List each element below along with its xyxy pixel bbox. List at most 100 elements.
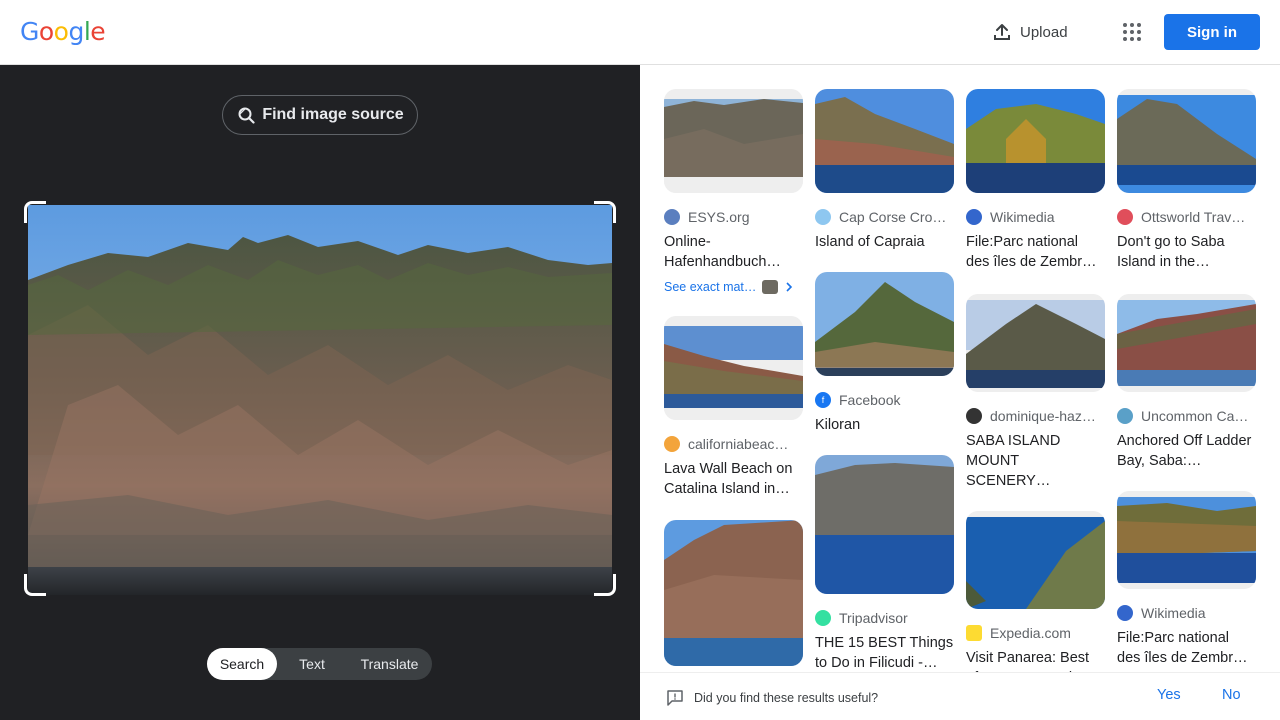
- result-thumbnail[interactable]: [966, 294, 1105, 392]
- result-title[interactable]: SABA ISLAND MOUNT SCENERY…: [966, 431, 1105, 491]
- result-title[interactable]: Online-Hafenhandbuch…: [664, 232, 803, 272]
- result-thumbnail[interactable]: [966, 511, 1105, 609]
- result-card[interactable]: [664, 520, 803, 666]
- result-source: Wikimedia: [1117, 603, 1256, 623]
- result-title[interactable]: Don't go to Saba Island in the…: [1117, 232, 1256, 272]
- upload-button[interactable]: Upload: [992, 19, 1068, 45]
- result-thumbnail[interactable]: [815, 455, 954, 594]
- result-source-name: Expedia.com: [990, 625, 1071, 641]
- result-title[interactable]: Kiloran: [815, 415, 954, 435]
- chevron-right-icon: [786, 282, 793, 292]
- see-exact-matches-label: See exact mat…: [664, 280, 757, 294]
- apps-grid-icon[interactable]: [1120, 20, 1144, 44]
- result-card[interactable]: Cap Corse Cro… Island of Capraia: [815, 89, 954, 252]
- result-source-name: Cap Corse Cro…: [839, 209, 947, 225]
- mode-text-tab[interactable]: Text: [277, 648, 347, 680]
- result-thumbnail[interactable]: [966, 89, 1105, 193]
- site-favicon-icon: [664, 209, 680, 225]
- result-thumbnail[interactable]: [1117, 491, 1256, 589]
- results-column: Ottsworld Trav… Don't go to Saba Island …: [1117, 89, 1256, 668]
- mode-search-tab[interactable]: Search: [207, 648, 277, 680]
- result-card[interactable]: ESYS.org Online-Hafenhandbuch… See exact…: [664, 89, 803, 294]
- mode-translate-tab[interactable]: Translate: [347, 648, 432, 680]
- result-source: dominique-haz…: [966, 406, 1105, 426]
- result-card[interactable]: Expedia.com Visit Panarea: Best of Panar…: [966, 511, 1105, 688]
- sign-in-button[interactable]: Sign in: [1164, 14, 1260, 50]
- result-source-name: Facebook: [839, 392, 901, 408]
- result-source: Wikimedia: [966, 207, 1105, 227]
- wikimedia-icon: [1117, 605, 1133, 621]
- site-favicon-icon: [1117, 408, 1133, 424]
- feedback-yes-button[interactable]: Yes: [1157, 687, 1181, 703]
- result-source-name: Wikimedia: [990, 209, 1055, 225]
- result-title[interactable]: File:Parc national des îles de Zembr…: [1117, 628, 1256, 668]
- result-source-name: dominique-haz…: [990, 408, 1096, 424]
- result-thumbnail[interactable]: [815, 272, 954, 376]
- result-card[interactable]: Wikimedia File:Parc national des îles de…: [966, 89, 1105, 272]
- find-image-source-button[interactable]: Find image source: [222, 95, 418, 135]
- result-source-name: ESYS.org: [688, 209, 750, 225]
- feedback-no-button[interactable]: No: [1222, 687, 1241, 703]
- find-image-source-label: Find image source: [262, 106, 404, 123]
- site-favicon-icon: [966, 408, 982, 424]
- result-source: Ottsworld Trav…: [1117, 207, 1256, 227]
- result-title[interactable]: File:Parc national des îles de Zembr…: [966, 232, 1105, 272]
- query-image: [28, 205, 612, 595]
- result-source: Expedia.com: [966, 623, 1105, 643]
- result-thumbnail[interactable]: [664, 89, 803, 193]
- logo-letter: g: [68, 17, 84, 46]
- site-favicon-icon: [1117, 209, 1133, 225]
- results-column: Wikimedia File:Parc national des îles de…: [966, 89, 1105, 688]
- result-title[interactable]: THE 15 BEST Things to Do in Filicudi -…: [815, 633, 954, 673]
- results-pane: ESYS.org Online-Hafenhandbuch… See exact…: [640, 65, 1280, 720]
- feedback-bar: Did you find these results useful? Yes N…: [640, 672, 1280, 720]
- site-favicon-icon: [664, 436, 680, 452]
- wikimedia-icon: [966, 209, 982, 225]
- result-thumbnail[interactable]: [664, 520, 803, 666]
- result-title[interactable]: Island of Capraia: [815, 232, 954, 252]
- logo-letter: e: [90, 17, 106, 46]
- see-exact-matches-link[interactable]: See exact mat…: [664, 280, 803, 294]
- crop-handle-bottom-right[interactable]: [594, 574, 616, 596]
- result-card[interactable]: Uncommon Ca… Anchored Off Ladder Bay, Sa…: [1117, 294, 1256, 471]
- result-card[interactable]: Tripadvisor THE 15 BEST Things to Do in …: [815, 455, 954, 673]
- result-card[interactable]: Ottsworld Trav… Don't go to Saba Island …: [1117, 89, 1256, 272]
- top-bar: Google Upload Sign in: [0, 0, 1280, 65]
- result-source-name: Tripadvisor: [839, 610, 908, 626]
- result-card[interactable]: f Facebook Kiloran: [815, 272, 954, 435]
- crop-handle-top-left[interactable]: [24, 201, 46, 223]
- result-card[interactable]: dominique-haz… SABA ISLAND MOUNT SCENERY…: [966, 294, 1105, 491]
- feedback-question-text: Did you find these results useful?: [694, 691, 879, 705]
- result-source: californiabeac…: [664, 434, 803, 454]
- logo-letter: o: [53, 17, 69, 46]
- image-search-icon: [238, 107, 255, 124]
- result-thumbnail[interactable]: [664, 316, 803, 420]
- result-title[interactable]: Anchored Off Ladder Bay, Saba:…: [1117, 431, 1256, 471]
- google-logo[interactable]: Google: [20, 17, 106, 46]
- upload-label: Upload: [1020, 23, 1068, 41]
- result-source-name: Wikimedia: [1141, 605, 1206, 621]
- crop-handle-top-right[interactable]: [594, 201, 616, 223]
- result-source: Cap Corse Cro…: [815, 207, 954, 227]
- result-source: Uncommon Ca…: [1117, 406, 1256, 426]
- result-thumbnail[interactable]: [1117, 294, 1256, 392]
- exact-match-thumbnail: [762, 280, 779, 294]
- tripadvisor-icon: [815, 610, 831, 626]
- logo-letter: G: [20, 17, 39, 46]
- result-source: ESYS.org: [664, 207, 803, 227]
- crop-handle-bottom-left[interactable]: [24, 574, 46, 596]
- result-thumbnail[interactable]: [1117, 89, 1256, 193]
- mode-switcher: Search Text Translate: [207, 648, 432, 680]
- results-column: Cap Corse Cro… Island of Capraia f Faceb…: [815, 89, 954, 673]
- result-source-name: Ottsworld Trav…: [1141, 209, 1246, 225]
- query-image-pane: Find image source Search Text Translate: [0, 65, 640, 720]
- result-thumbnail[interactable]: [815, 89, 954, 193]
- results-column: ESYS.org Online-Hafenhandbuch… See exact…: [664, 89, 803, 666]
- facebook-icon: f: [815, 392, 831, 408]
- result-card[interactable]: californiabeac… Lava Wall Beach on Catal…: [664, 316, 803, 499]
- site-favicon-icon: [815, 209, 831, 225]
- result-title[interactable]: Lava Wall Beach on Catalina Island in…: [664, 459, 803, 499]
- result-source: Tripadvisor: [815, 608, 954, 628]
- result-source-name: californiabeac…: [688, 436, 789, 452]
- result-card[interactable]: Wikimedia File:Parc national des îles de…: [1117, 491, 1256, 668]
